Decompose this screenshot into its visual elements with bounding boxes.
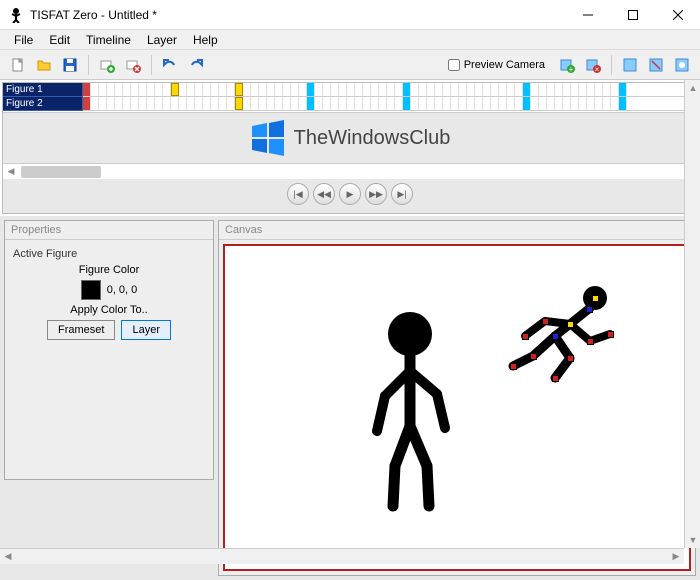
figure-color-label: Figure Color xyxy=(11,264,207,276)
timeline-scrollbar[interactable]: ◀ ▶ xyxy=(3,163,697,179)
canvas-panel: Canvas xyxy=(218,220,696,576)
undo-button[interactable] xyxy=(158,53,182,77)
edit-node[interactable] xyxy=(587,338,594,345)
apply-color-label: Apply Color To.. xyxy=(11,304,207,316)
edit-node[interactable] xyxy=(592,295,599,302)
edit-node[interactable] xyxy=(552,333,559,340)
new-file-button[interactable] xyxy=(6,53,30,77)
edit-node[interactable] xyxy=(567,355,574,362)
edit-node[interactable] xyxy=(586,306,593,313)
toolbar-separator xyxy=(88,55,89,75)
preview-camera-toggle[interactable]: Preview Camera xyxy=(448,59,545,71)
windows-logo-icon xyxy=(250,120,286,156)
toolbar-separator xyxy=(151,55,152,75)
camera-add-button[interactable]: + xyxy=(555,53,579,77)
edit-node[interactable] xyxy=(542,318,549,325)
watermark-text: TheWindowsClub xyxy=(294,127,451,150)
preview-camera-label: Preview Camera xyxy=(464,59,545,71)
scroll-down-icon[interactable]: ▼ xyxy=(685,532,700,548)
timeline-frames-area[interactable] xyxy=(83,83,697,112)
timeline-layer-label[interactable]: Figure 1 xyxy=(3,83,83,97)
properties-panel-title: Properties xyxy=(5,221,213,240)
view-button-1[interactable] xyxy=(618,53,642,77)
edit-node[interactable] xyxy=(607,331,614,338)
preview-camera-checkbox[interactable] xyxy=(448,59,460,71)
playback-first-button[interactable]: |◀ xyxy=(287,183,309,205)
timeline-panel: Figure 1 Figure 2 TheWindowsClub ◀ ▶ |◀ … xyxy=(2,82,698,214)
app-icon xyxy=(8,7,24,23)
menu-layer[interactable]: Layer xyxy=(139,31,185,49)
window-horizontal-scrollbar[interactable]: ◀ ▶ xyxy=(0,548,684,564)
camera-remove-button[interactable]: × xyxy=(581,53,605,77)
view-button-3[interactable] xyxy=(670,53,694,77)
stick-figure-1[interactable] xyxy=(365,306,485,526)
active-figure-label: Active Figure xyxy=(13,248,207,260)
scroll-right-icon[interactable]: ▶ xyxy=(668,549,684,565)
remove-layer-button[interactable] xyxy=(121,53,145,77)
view-button-2[interactable] xyxy=(644,53,668,77)
edit-node[interactable] xyxy=(567,321,574,328)
scroll-up-icon[interactable]: ▲ xyxy=(685,80,700,96)
timeline-layer-label[interactable]: Figure 2 xyxy=(3,97,83,111)
edit-node[interactable] xyxy=(552,375,559,382)
toolbar: Preview Camera + × xyxy=(0,50,700,80)
playback-prev-button[interactable]: ◀◀ xyxy=(313,183,335,205)
properties-panel: Properties Active Figure Figure Color 0,… xyxy=(4,220,214,480)
window-vertical-scrollbar[interactable]: ▲ ▼ xyxy=(684,80,700,548)
layer-button[interactable]: Layer xyxy=(121,320,171,340)
playback-play-button[interactable]: ▶ xyxy=(339,183,361,205)
menubar: File Edit Timeline Layer Help xyxy=(0,30,700,50)
scroll-left-icon[interactable]: ◀ xyxy=(0,549,16,565)
timeline-frames-row[interactable] xyxy=(83,97,697,111)
playback-next-button[interactable]: ▶▶ xyxy=(365,183,387,205)
window-close-button[interactable] xyxy=(655,0,700,30)
edit-node[interactable] xyxy=(522,333,529,340)
svg-text:×: × xyxy=(595,65,600,73)
edit-node[interactable] xyxy=(530,353,537,360)
scroll-thumb[interactable] xyxy=(21,166,101,178)
playback-controls: |◀ ◀◀ ▶ ▶▶ ▶| xyxy=(3,179,697,209)
frameset-button[interactable]: Frameset xyxy=(47,320,115,340)
playback-last-button[interactable]: ▶| xyxy=(391,183,413,205)
save-file-button[interactable] xyxy=(58,53,82,77)
add-layer-button[interactable] xyxy=(95,53,119,77)
menu-timeline[interactable]: Timeline xyxy=(78,31,139,49)
timeline-grid[interactable]: Figure 1 Figure 2 xyxy=(3,83,697,113)
figure-color-swatch[interactable] xyxy=(81,280,101,300)
window-titlebar: TISFAT Zero - Untitled * xyxy=(0,0,700,30)
figure-color-value: 0, 0, 0 xyxy=(107,284,138,296)
redo-button[interactable] xyxy=(184,53,208,77)
svg-text:+: + xyxy=(569,65,574,73)
menu-edit[interactable]: Edit xyxy=(41,31,78,49)
canvas-area[interactable] xyxy=(223,244,691,571)
window-maximize-button[interactable] xyxy=(610,0,655,30)
edit-node[interactable] xyxy=(510,363,517,370)
canvas-panel-title: Canvas xyxy=(219,221,695,240)
timeline-frames-row[interactable] xyxy=(83,83,697,97)
watermark: TheWindowsClub xyxy=(3,113,697,163)
open-file-button[interactable] xyxy=(32,53,56,77)
window-minimize-button[interactable] xyxy=(565,0,610,30)
menu-help[interactable]: Help xyxy=(185,31,226,49)
toolbar-separator xyxy=(611,55,612,75)
menu-file[interactable]: File xyxy=(6,31,41,49)
scroll-left-icon[interactable]: ◀ xyxy=(3,164,19,180)
window-title: TISFAT Zero - Untitled * xyxy=(30,8,565,22)
